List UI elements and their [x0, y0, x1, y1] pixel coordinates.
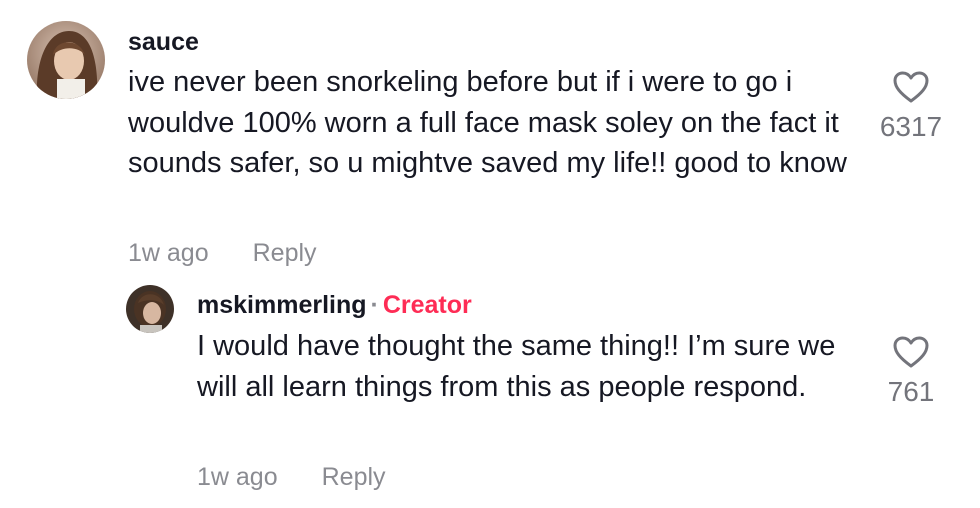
comment-username[interactable]: sauce	[128, 27, 199, 57]
like-button[interactable]: 761	[871, 335, 951, 409]
creator-badge: Creator	[382, 291, 472, 319]
heart-icon	[893, 71, 929, 103]
like-button[interactable]: 6317	[871, 70, 951, 144]
reply-username[interactable]: mskimmerling	[197, 291, 367, 319]
reply-text: I would have thought the same thing!! I’…	[197, 330, 836, 403]
reply-meta: 1w ago Reply	[197, 462, 386, 492]
like-count: 6317	[879, 111, 943, 142]
reply-button[interactable]: Reply	[253, 239, 317, 267]
reply-button[interactable]: Reply	[322, 463, 386, 491]
comment-timestamp: 1w ago	[128, 239, 209, 267]
avatar[interactable]	[27, 21, 105, 99]
comment-text: ive never been snorkeling before but if …	[128, 66, 847, 179]
avatar-image	[126, 285, 174, 333]
avatar-image	[27, 21, 105, 99]
like-count: 761	[887, 376, 935, 407]
avatar[interactable]	[126, 285, 174, 333]
reply-timestamp: 1w ago	[197, 463, 278, 491]
separator: ·	[370, 291, 379, 319]
comment-meta: 1w ago Reply	[128, 238, 317, 268]
heart-icon	[893, 336, 929, 368]
reply-username-line: mskimmerling · Creator	[197, 290, 472, 320]
